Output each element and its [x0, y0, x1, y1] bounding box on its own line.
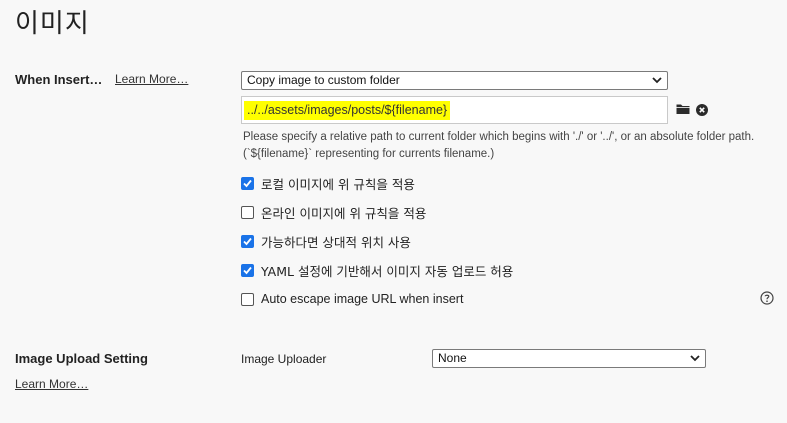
help-icon[interactable] — [760, 291, 774, 305]
checkbox[interactable] — [241, 263, 254, 277]
checkmark-icon — [243, 266, 252, 274]
option-label: 로컬 이미지에 위 규칙을 적용 — [261, 176, 415, 192]
checkmark-icon — [243, 237, 252, 245]
chevron-down-icon — [652, 77, 662, 84]
checkmark-icon — [243, 179, 252, 187]
option-yaml-auto-upload[interactable]: YAML 설정에 기반해서 이미지 자동 업로드 허용 — [241, 261, 513, 279]
image-settings-page: 이미지 When Insert… Learn More… Copy image … — [0, 0, 787, 423]
image-path-value: ../../assets/images/posts/${filename} — [244, 101, 451, 120]
option-label: 온라인 이미지에 위 규칙을 적용 — [261, 205, 427, 221]
option-label: YAML 설정에 기반해서 이미지 자동 업로드 허용 — [261, 263, 514, 279]
checkbox[interactable] — [241, 176, 254, 190]
page-title: 이미지 — [15, 9, 90, 39]
image-uploader-label: Image Uploader — [241, 352, 327, 366]
option-apply-online-images[interactable]: 온라인 이미지에 위 규칙을 적용 — [241, 203, 426, 221]
checkbox[interactable] — [241, 205, 254, 219]
chevron-down-icon — [690, 355, 700, 362]
insert-action-select-value: Copy image to custom folder — [247, 73, 400, 87]
folder-icon[interactable] — [676, 103, 690, 115]
upload-learn-more-link[interactable]: Learn More… — [15, 377, 88, 391]
when-insert-label: When Insert… — [15, 72, 103, 87]
option-apply-local-images[interactable]: 로컬 이미지에 위 규칙을 적용 — [241, 174, 415, 192]
checkbox[interactable] — [241, 292, 254, 306]
option-use-relative-path[interactable]: 가능하다면 상대적 위치 사용 — [241, 232, 411, 250]
insert-action-select[interactable]: Copy image to custom folder — [241, 71, 668, 90]
option-label: 가능하다면 상대적 위치 사용 — [261, 234, 411, 250]
image-uploader-select[interactable]: None — [432, 349, 706, 368]
clear-icon[interactable] — [696, 104, 708, 116]
option-auto-escape-url[interactable]: Auto escape image URL when insert — [241, 290, 463, 308]
image-uploader-select-value: None — [438, 351, 467, 365]
path-help-text: Please specify a relative path to curren… — [243, 131, 755, 160]
option-label: Auto escape image URL when insert — [261, 292, 464, 306]
image-path-input[interactable]: ../../assets/images/posts/${filename} — [241, 96, 668, 124]
checkbox[interactable] — [241, 234, 254, 248]
image-upload-setting-label: Image Upload Setting — [15, 351, 148, 366]
when-insert-learn-more-link[interactable]: Learn More… — [115, 72, 188, 86]
